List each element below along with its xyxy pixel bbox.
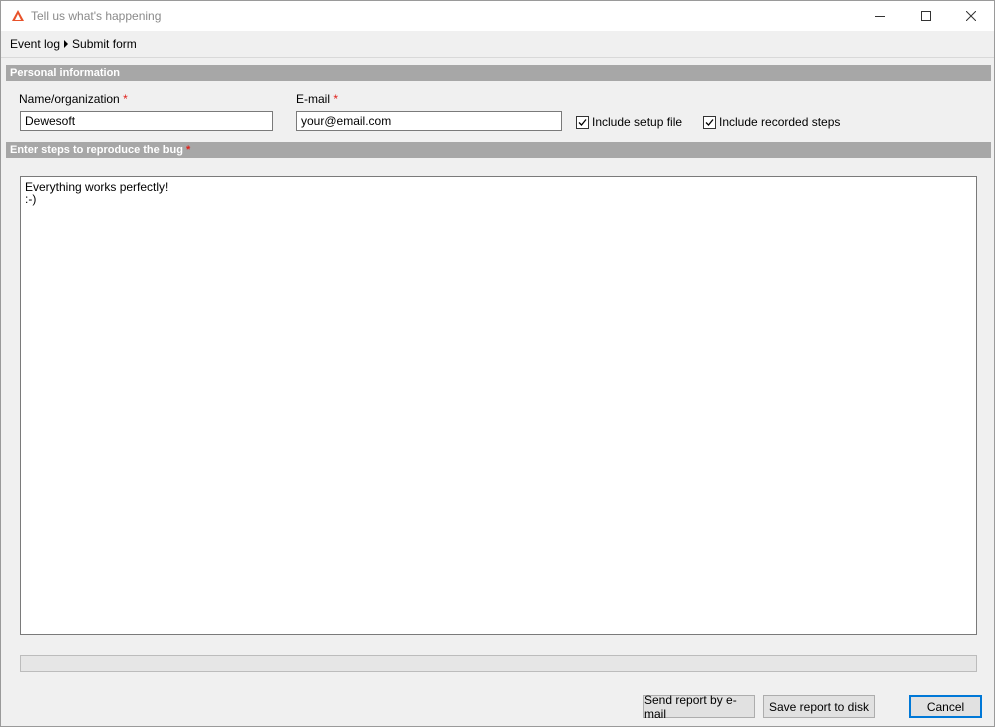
name-required-mark: *	[123, 92, 128, 106]
email-label-text: E-mail	[296, 92, 331, 106]
include-setup-check-box[interactable]	[576, 115, 589, 129]
personal-info-header-label: Personal information	[10, 67, 121, 79]
checkmark-icon	[705, 118, 714, 126]
breadcrumb-item-event-log[interactable]: Event log	[1, 37, 60, 51]
minimize-button[interactable]	[857, 1, 903, 31]
include-steps-label: Include recorded steps	[719, 115, 841, 129]
name-input[interactable]	[20, 111, 273, 131]
window-title: Tell us what's happening	[31, 9, 162, 23]
breadcrumb: Event log Submit form	[1, 31, 994, 58]
steps-required-mark: *	[186, 144, 191, 156]
save-disk-button[interactable]: Save report to disk	[763, 695, 875, 718]
breadcrumb-item-submit-form: Submit form	[72, 37, 137, 51]
app-logo-icon	[11, 9, 25, 23]
close-icon	[966, 11, 976, 21]
email-label: E-mail *	[296, 92, 338, 106]
chevron-right-icon	[64, 40, 69, 48]
personal-info-header: Personal information	[6, 65, 991, 81]
steps-textarea[interactable]: Everything works perfectly! :-)	[20, 176, 977, 635]
include-setup-label: Include setup file	[592, 115, 683, 129]
email-input[interactable]	[296, 111, 562, 131]
checkmark-icon	[578, 118, 587, 126]
include-steps-check-box[interactable]	[703, 115, 716, 129]
minimize-icon	[875, 16, 885, 17]
name-label-text: Name/organization	[19, 92, 120, 106]
dialog-window: Tell us what's happening Event log Submi…	[0, 0, 995, 727]
include-steps-checkbox[interactable]: Include recorded steps	[703, 114, 840, 130]
close-button[interactable]	[948, 1, 994, 31]
progress-bar	[20, 655, 977, 672]
email-required-mark: *	[333, 92, 339, 106]
name-label: Name/organization *	[19, 92, 128, 106]
maximize-button[interactable]	[903, 1, 949, 31]
send-email-button[interactable]: Send report by e-mail	[643, 693, 755, 721]
steps-header: Enter steps to reproduce the bug *	[6, 142, 991, 158]
maximize-icon	[921, 11, 931, 21]
cancel-button[interactable]: Cancel	[909, 695, 982, 718]
steps-header-label: Enter steps to reproduce the bug	[10, 144, 183, 156]
include-setup-checkbox[interactable]: Include setup file	[576, 114, 682, 130]
title-bar[interactable]: Tell us what's happening	[1, 1, 994, 31]
